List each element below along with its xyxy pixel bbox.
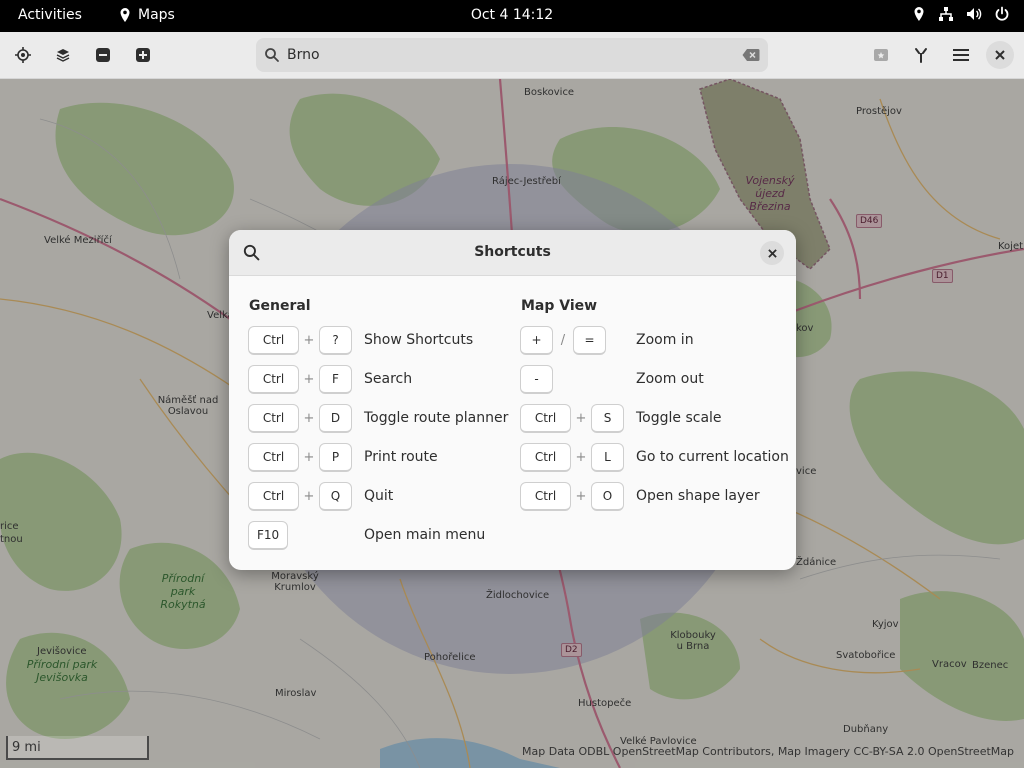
key: Q [319,481,352,511]
search-field[interactable]: Brno [256,38,768,72]
key-separator: + [303,488,315,504]
main-menu-button[interactable] [946,41,976,69]
layers-button[interactable] [48,41,78,69]
zoom-out-button[interactable] [88,41,118,69]
shortcut-keys: Ctrl + ? [248,325,352,355]
plus-icon [136,48,150,62]
key: Ctrl [520,442,571,472]
key: Ctrl [248,364,299,394]
shortcut-keys: F10 [248,520,289,550]
shortcut-description: Quit [364,488,394,504]
zoom-in-button[interactable] [128,41,158,69]
clock[interactable]: Oct 4 14:12 [0,7,1024,23]
key-separator: + [575,449,587,465]
shortcut-keys: Ctrl + D [248,403,352,433]
shortcut-description: Zoom in [636,332,694,348]
shortcut-description: Open shape layer [636,488,760,504]
network-icon [939,7,953,21]
shortcut-keys: Ctrl + F [248,364,352,394]
crosshair-icon [15,47,31,63]
key: - [520,364,553,394]
shortcuts-dialog: Shortcuts General Ctrl + ? Show Shortcut… [229,230,796,570]
clear-search-icon[interactable] [742,48,760,62]
star-folder-icon [874,49,888,61]
shortcut-keys: Ctrl + L [520,442,624,472]
key-separator: + [303,449,315,465]
map-attribution: Map Data ODBL OpenStreetMap Contributors… [522,745,1014,758]
hamburger-icon [953,49,969,61]
route-planner-button[interactable] [906,41,936,69]
search-input[interactable]: Brno [287,47,320,63]
shortcut-keys: Ctrl + S [520,403,624,433]
route-icon [915,48,927,63]
key-separator: + [575,488,587,504]
dialog-title: Shortcuts [474,244,551,260]
shortcut-keys: Ctrl + P [248,442,352,472]
shortcut-description: Go to current location [636,449,789,465]
shortcut-keys: - [520,364,553,394]
key: F [319,364,352,394]
key: ? [319,325,352,355]
key: S [591,403,624,433]
key-separator: + [303,410,315,426]
key-separator: + [303,332,315,348]
key: D [319,403,352,433]
key: F10 [248,520,289,550]
search-icon [265,48,279,62]
close-icon [767,248,777,258]
close-icon [995,50,1005,60]
shortcut-description: Show Shortcuts [364,332,474,348]
key: Ctrl [248,442,299,472]
key: Ctrl [248,325,299,355]
key-separator: / [560,332,566,348]
volume-icon [967,8,982,20]
header-bar: Brno [0,32,1024,79]
layers-icon [56,49,70,62]
top-bar: Activities Maps Oct 4 14:12 [0,0,1024,32]
key-separator: + [303,371,315,387]
shortcut-description: Search [364,371,413,387]
key: + [520,325,553,355]
dialog-header: Shortcuts [229,230,796,276]
shortcut-description: Open main menu [364,527,486,543]
key: P [319,442,352,472]
key: Ctrl [248,403,299,433]
scale-bar: 9 mi [6,736,149,760]
shortcut-keys: + / = [520,325,606,355]
shortcut-description: Print route [364,449,438,465]
key: Ctrl [520,403,571,433]
section-title-general: General [249,298,311,314]
shortcut-keys: Ctrl + O [520,481,624,511]
system-tray[interactable] [912,6,1010,22]
shortcut-description: Toggle scale [636,410,722,426]
key: = [573,325,606,355]
power-icon [995,6,1009,21]
minus-icon [96,48,110,62]
key: O [591,481,624,511]
shortcut-description: Toggle route planner [364,410,509,426]
section-title-map-view: Map View [521,298,598,314]
key: Ctrl [520,481,571,511]
shortcut-description: Zoom out [636,371,704,387]
shortcut-keys: Ctrl + Q [248,481,352,511]
locate-me-button[interactable] [8,41,38,69]
dialog-close-button[interactable] [760,241,784,265]
favorites-button[interactable] [866,41,896,69]
window-close-button[interactable] [986,41,1014,69]
key-separator: + [575,410,587,426]
location-icon [914,7,924,21]
key: L [591,442,624,472]
key: Ctrl [248,481,299,511]
